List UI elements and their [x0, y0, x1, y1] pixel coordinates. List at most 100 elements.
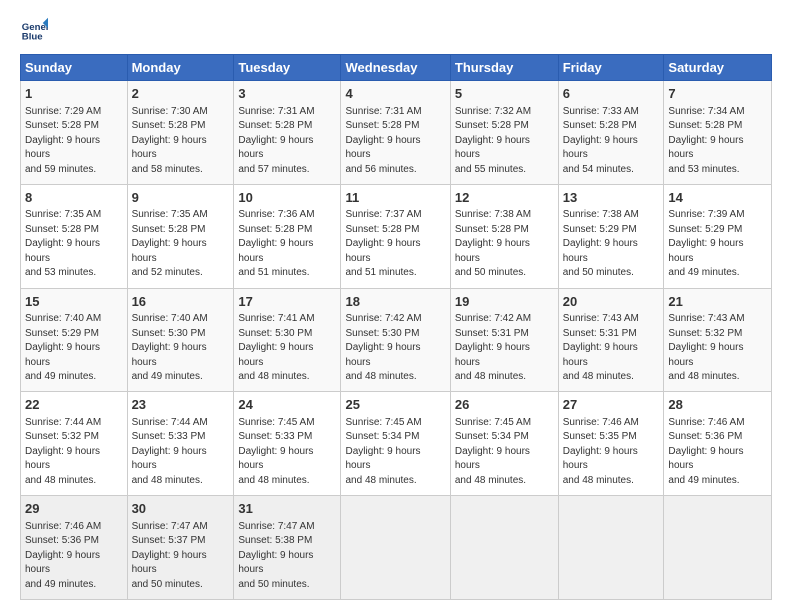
day-number: 18: [345, 293, 445, 311]
day-number: 29: [25, 500, 123, 518]
day-number: 10: [238, 189, 336, 207]
day-number: 25: [345, 396, 445, 414]
cell-text: Sunrise: 7:46 AMSunset: 5:35 PMDaylight:…: [563, 417, 639, 486]
logo-icon: General Blue: [20, 16, 48, 44]
cell-text: Sunrise: 7:46 AMSunset: 5:36 PMDaylight:…: [668, 417, 744, 486]
cell-text: Sunrise: 7:47 AMSunset: 5:37 PMDaylight:…: [132, 521, 208, 590]
cell-text: Sunrise: 7:42 AMSunset: 5:31 PMDaylight:…: [455, 313, 531, 382]
day-number: 4: [345, 85, 445, 103]
calendar-cell: 21 Sunrise: 7:43 AMSunset: 5:32 PMDayligh…: [664, 288, 772, 392]
calendar-cell: 15 Sunrise: 7:40 AMSunset: 5:29 PMDayligh…: [21, 288, 128, 392]
cell-text: Sunrise: 7:44 AMSunset: 5:32 PMDaylight:…: [25, 417, 101, 486]
calendar-cell: 2Sunrise: 7:30 AMSunset: 5:28 PMDaylight…: [127, 81, 234, 185]
calendar-cell: 27 Sunrise: 7:46 AMSunset: 5:35 PMDayligh…: [558, 392, 664, 496]
day-number: 19: [455, 293, 554, 311]
cell-text: Sunrise: 7:38 AMSunset: 5:29 PMDaylight:…: [563, 209, 639, 278]
day-number: 21: [668, 293, 767, 311]
calendar-week-5: 29 Sunrise: 7:46 AMSunset: 5:36 PMDayligh…: [21, 496, 772, 600]
calendar-cell: 22 Sunrise: 7:44 AMSunset: 5:32 PMDayligh…: [21, 392, 128, 496]
day-number: 12: [455, 189, 554, 207]
cell-text: Sunrise: 7:38 AMSunset: 5:28 PMDaylight:…: [455, 209, 531, 278]
day-number: 17: [238, 293, 336, 311]
cell-text: Sunrise: 7:39 AMSunset: 5:29 PMDaylight:…: [668, 209, 744, 278]
day-number: 24: [238, 396, 336, 414]
header-cell-friday: Friday: [558, 55, 664, 81]
day-number: 6: [563, 85, 660, 103]
cell-text: Sunrise: 7:47 AMSunset: 5:38 PMDaylight:…: [238, 521, 314, 590]
calendar-header: SundayMondayTuesdayWednesdayThursdayFrid…: [21, 55, 772, 81]
calendar-cell: [450, 496, 558, 600]
cell-text: Sunrise: 7:35 AMSunset: 5:28 PMDaylight:…: [25, 209, 101, 278]
day-number: 3: [238, 85, 336, 103]
cell-text: Sunrise: 7:40 AMSunset: 5:29 PMDaylight:…: [25, 313, 101, 382]
calendar-cell: 3 Sunrise: 7:31 AMSunset: 5:28 PMDaylight…: [234, 81, 341, 185]
cell-text: Sunrise: 7:45 AMSunset: 5:33 PMDaylight:…: [238, 417, 314, 486]
cell-text: Sunrise: 7:31 AMSunset: 5:28 PMDaylight:…: [345, 106, 421, 175]
header-cell-tuesday: Tuesday: [234, 55, 341, 81]
day-number: 13: [563, 189, 660, 207]
day-number: 9: [132, 189, 230, 207]
calendar-cell: 12 Sunrise: 7:38 AMSunset: 5:28 PMDayligh…: [450, 184, 558, 288]
cell-text: Sunrise: 7:41 AMSunset: 5:30 PMDaylight:…: [238, 313, 314, 382]
calendar-week-4: 22 Sunrise: 7:44 AMSunset: 5:32 PMDayligh…: [21, 392, 772, 496]
cell-text: Sunrise: 7:33 AMSunset: 5:28 PMDaylight:…: [563, 106, 639, 175]
cell-text: Sunrise: 7:43 AMSunset: 5:31 PMDaylight:…: [563, 313, 639, 382]
calendar-cell: 16Sunrise: 7:40 AMSunset: 5:30 PMDayligh…: [127, 288, 234, 392]
cell-text: Sunrise: 7:29 AMSunset: 5:28 PMDaylight:…: [25, 106, 101, 175]
calendar-cell: 17 Sunrise: 7:41 AMSunset: 5:30 PMDayligh…: [234, 288, 341, 392]
calendar-cell: 1Sunrise: 7:29 AMSunset: 5:28 PMDaylight…: [21, 81, 128, 185]
calendar-cell: 9 Sunrise: 7:35 AMSunset: 5:28 PMDaylight…: [127, 184, 234, 288]
day-number: 22: [25, 396, 123, 414]
cell-text: Sunrise: 7:45 AMSunset: 5:34 PMDaylight:…: [455, 417, 531, 486]
calendar-cell: 28 Sunrise: 7:46 AMSunset: 5:36 PMDayligh…: [664, 392, 772, 496]
calendar-cell: 19 Sunrise: 7:42 AMSunset: 5:31 PMDayligh…: [450, 288, 558, 392]
calendar-cell: 10 Sunrise: 7:36 AMSunset: 5:28 PMDayligh…: [234, 184, 341, 288]
day-number: 15: [25, 293, 123, 311]
cell-text: Sunrise: 7:45 AMSunset: 5:34 PMDaylight:…: [345, 417, 421, 486]
day-number: 27: [563, 396, 660, 414]
cell-text: Sunrise: 7:31 AMSunset: 5:28 PMDaylight:…: [238, 106, 314, 175]
cell-text: Sunrise: 7:36 AMSunset: 5:28 PMDaylight:…: [238, 209, 314, 278]
day-number: 11: [345, 189, 445, 207]
calendar-week-2: 8 Sunrise: 7:35 AMSunset: 5:28 PMDaylight…: [21, 184, 772, 288]
calendar-cell: 5 Sunrise: 7:32 AMSunset: 5:28 PMDaylight…: [450, 81, 558, 185]
day-number: 16: [132, 293, 230, 311]
day-number: 28: [668, 396, 767, 414]
cell-text: Sunrise: 7:43 AMSunset: 5:32 PMDaylight:…: [668, 313, 744, 382]
header-cell-monday: Monday: [127, 55, 234, 81]
calendar-cell: [558, 496, 664, 600]
header: General Blue: [20, 16, 772, 44]
day-number: 30: [132, 500, 230, 518]
cell-text: Sunrise: 7:46 AMSunset: 5:36 PMDaylight:…: [25, 521, 101, 590]
day-number: 7: [668, 85, 767, 103]
day-number: 31: [238, 500, 336, 518]
day-number: 26: [455, 396, 554, 414]
cell-text: Sunrise: 7:34 AMSunset: 5:28 PMDaylight:…: [668, 106, 744, 175]
cell-text: Sunrise: 7:44 AMSunset: 5:33 PMDaylight:…: [132, 417, 208, 486]
calendar-cell: 11 Sunrise: 7:37 AMSunset: 5:28 PMDayligh…: [341, 184, 450, 288]
calendar-cell: 26 Sunrise: 7:45 AMSunset: 5:34 PMDayligh…: [450, 392, 558, 496]
calendar-cell: 7 Sunrise: 7:34 AMSunset: 5:28 PMDaylight…: [664, 81, 772, 185]
day-number: 8: [25, 189, 123, 207]
calendar-body: 1Sunrise: 7:29 AMSunset: 5:28 PMDaylight…: [21, 81, 772, 600]
header-cell-thursday: Thursday: [450, 55, 558, 81]
calendar-cell: 29 Sunrise: 7:46 AMSunset: 5:36 PMDayligh…: [21, 496, 128, 600]
day-number: 5: [455, 85, 554, 103]
cell-text: Sunrise: 7:37 AMSunset: 5:28 PMDaylight:…: [345, 209, 421, 278]
calendar-cell: 30 Sunrise: 7:47 AMSunset: 5:37 PMDayligh…: [127, 496, 234, 600]
header-cell-saturday: Saturday: [664, 55, 772, 81]
calendar-table: SundayMondayTuesdayWednesdayThursdayFrid…: [20, 54, 772, 600]
calendar-cell: 6 Sunrise: 7:33 AMSunset: 5:28 PMDaylight…: [558, 81, 664, 185]
cell-text: Sunrise: 7:42 AMSunset: 5:30 PMDaylight:…: [345, 313, 421, 382]
calendar-cell: 20Sunrise: 7:43 AMSunset: 5:31 PMDayligh…: [558, 288, 664, 392]
calendar-cell: 14Sunrise: 7:39 AMSunset: 5:29 PMDayligh…: [664, 184, 772, 288]
cell-text: Sunrise: 7:35 AMSunset: 5:28 PMDaylight:…: [132, 209, 208, 278]
calendar-cell: 23Sunrise: 7:44 AMSunset: 5:33 PMDayligh…: [127, 392, 234, 496]
cell-text: Sunrise: 7:32 AMSunset: 5:28 PMDaylight:…: [455, 106, 531, 175]
calendar-cell: 13 Sunrise: 7:38 AMSunset: 5:29 PMDayligh…: [558, 184, 664, 288]
calendar-cell: 25 Sunrise: 7:45 AMSunset: 5:34 PMDayligh…: [341, 392, 450, 496]
calendar-cell: 18 Sunrise: 7:42 AMSunset: 5:30 PMDayligh…: [341, 288, 450, 392]
header-row: SundayMondayTuesdayWednesdayThursdayFrid…: [21, 55, 772, 81]
calendar-cell: [664, 496, 772, 600]
header-cell-wednesday: Wednesday: [341, 55, 450, 81]
